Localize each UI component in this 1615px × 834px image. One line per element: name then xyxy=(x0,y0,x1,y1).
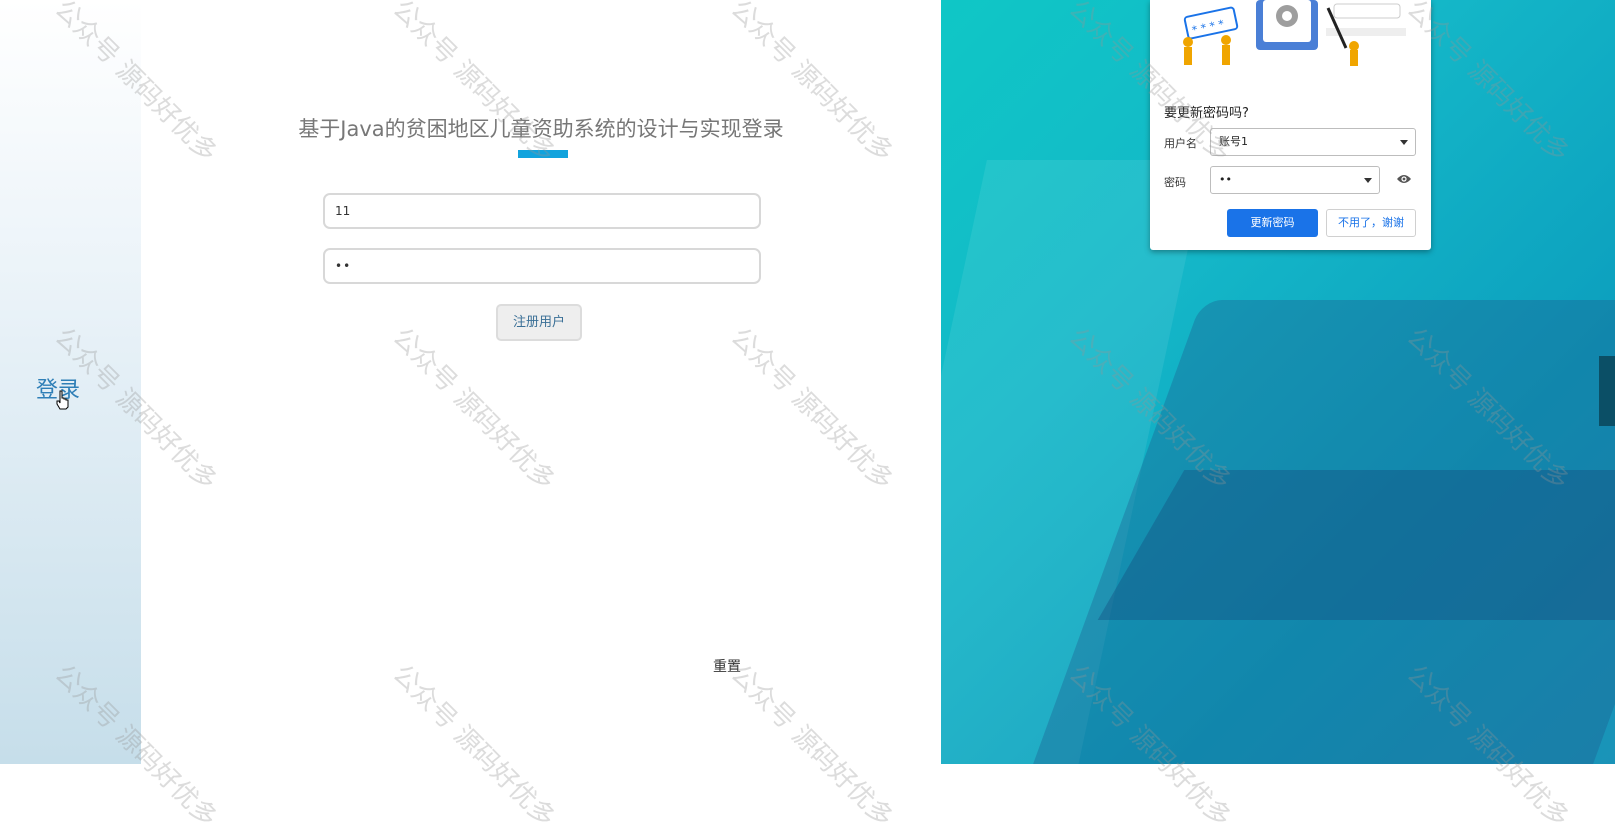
username-input[interactable]: 11 xyxy=(323,193,761,229)
username-select[interactable]: 账号1 xyxy=(1210,128,1416,156)
title-underline xyxy=(518,150,568,158)
password-illustration-icon: * * * * xyxy=(1183,0,1406,66)
reset-button[interactable]: 重置 xyxy=(713,656,741,676)
keyboard-shape xyxy=(1097,470,1615,620)
login-panel: 基于Java的贫困地区儿童资助系统的设计与实现登录 11 •• 注册用户 重置 xyxy=(141,0,941,764)
username-label: 用户名 xyxy=(1164,137,1197,150)
decline-button[interactable]: 不用了，谢谢 xyxy=(1326,209,1416,237)
chevron-down-icon xyxy=(1364,178,1372,183)
dialog-heading: 要更新密码吗? xyxy=(1164,106,1249,121)
password-select-value: •• xyxy=(1219,173,1232,186)
hand-cursor-icon xyxy=(56,390,69,410)
page-title: 基于Java的贫困地区儿童资助系统的设计与实现登录 xyxy=(298,117,784,141)
update-password-button[interactable]: 更新密码 xyxy=(1227,209,1318,237)
password-input[interactable]: •• xyxy=(323,248,761,284)
password-save-dialog: * * * * 要更新密码吗? 用户名 账号1 密码 •• 更新密码 不用了，谢… xyxy=(1150,0,1431,250)
password-select[interactable]: •• xyxy=(1210,166,1380,194)
password-label: 密码 xyxy=(1164,176,1186,189)
chevron-down-icon xyxy=(1400,140,1408,145)
side-tab[interactable] xyxy=(1599,356,1615,426)
username-select-value: 账号1 xyxy=(1219,135,1248,148)
register-button[interactable]: 注册用户 xyxy=(496,304,582,341)
eye-icon[interactable] xyxy=(1396,173,1412,185)
